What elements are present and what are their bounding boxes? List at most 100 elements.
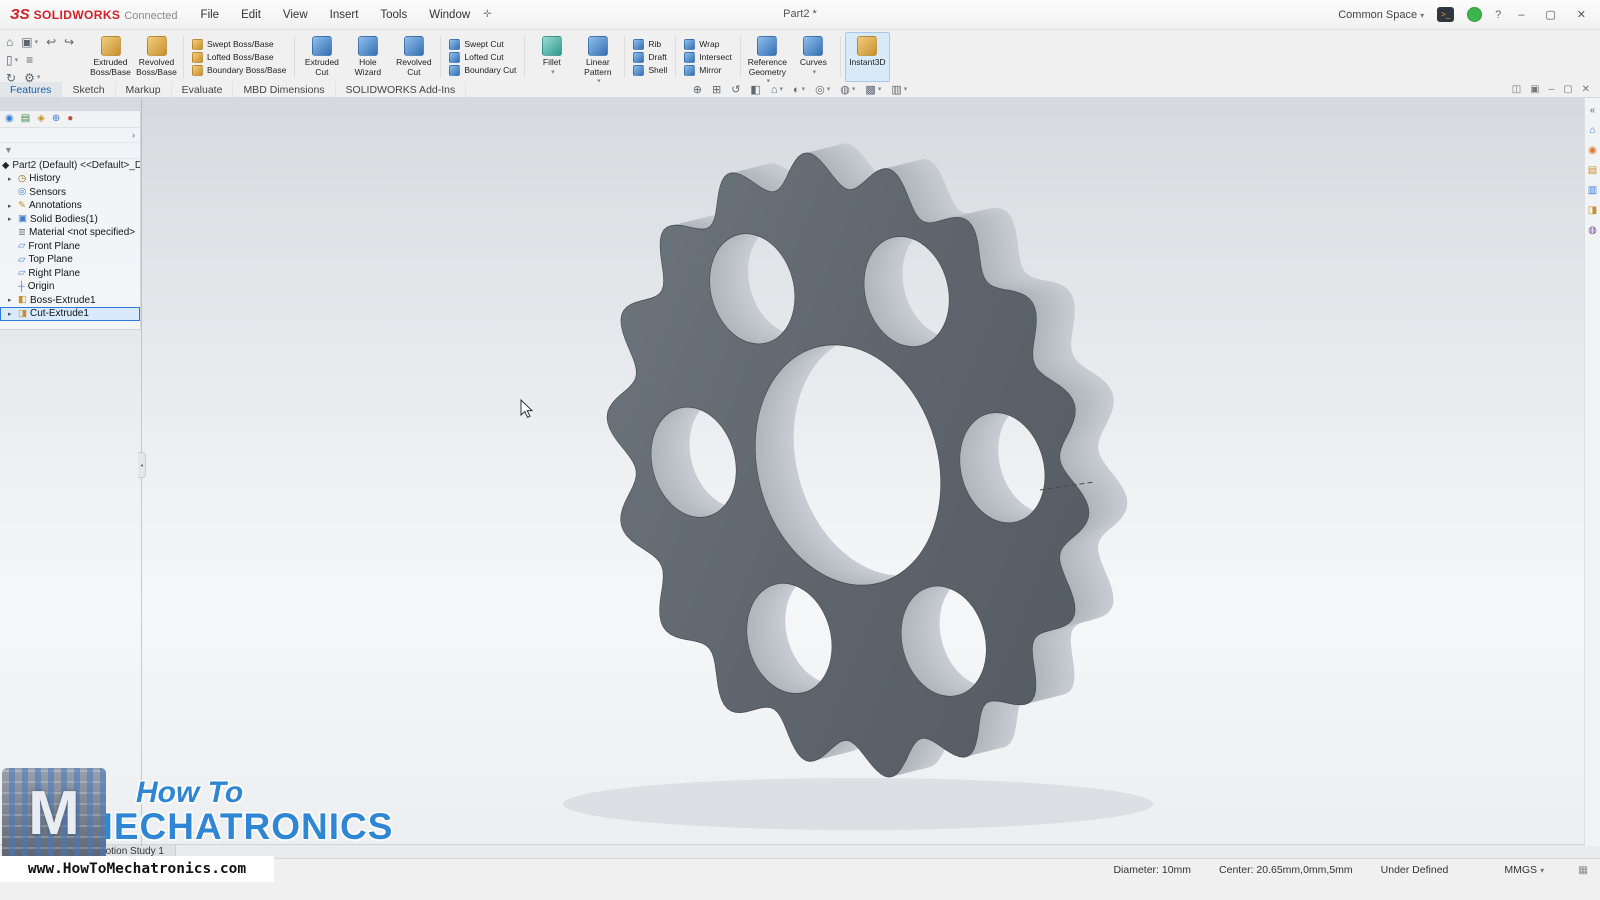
brand-suffix: Connected bbox=[124, 10, 177, 22]
status-tag-icon[interactable]: ▦ bbox=[1578, 864, 1588, 876]
ribbon-button[interactable]: Rib bbox=[633, 39, 667, 50]
restore-doc-icon[interactable]: ▢ bbox=[1563, 84, 1572, 95]
ribbon-button[interactable]: Extruded Cut bbox=[299, 32, 344, 82]
workspace-selector[interactable]: Common Space▾ bbox=[1338, 9, 1424, 21]
unit-system-selector[interactable]: MMGS▾ bbox=[1504, 864, 1544, 876]
propertymanager-tab-icon[interactable]: ▤ bbox=[21, 113, 30, 125]
ribbon-button[interactable]: Revolved Boss/Base bbox=[134, 32, 179, 82]
featuremanager-tree-tab-icon[interactable]: ◉ bbox=[5, 113, 14, 125]
ribbon-button[interactable]: Swept Cut bbox=[449, 39, 516, 50]
menu-item[interactable]: Edit bbox=[238, 7, 264, 23]
ribbon-button[interactable]: Lofted Cut bbox=[449, 52, 516, 63]
filter-icon[interactable]: ▼ bbox=[4, 145, 13, 155]
menu-item[interactable]: Tools bbox=[377, 7, 410, 23]
ribbon-button[interactable]: Fillet bbox=[529, 32, 574, 82]
tree-item[interactable]: ◷ History bbox=[0, 172, 140, 186]
minimize-doc-icon[interactable]: – bbox=[1549, 84, 1555, 95]
solidworks-resources-icon[interactable]: ◉ bbox=[1588, 145, 1597, 156]
minimize-window-button[interactable]: – bbox=[1514, 9, 1528, 21]
zoom-to-area-icon[interactable]: ⊞ bbox=[712, 83, 721, 97]
tree-item[interactable]: ┼ Origin bbox=[0, 280, 140, 294]
configurationmanager-tab-icon[interactable]: ◈ bbox=[37, 113, 45, 125]
previous-view-icon[interactable]: ↺ bbox=[731, 83, 740, 97]
ribbon-button[interactable]: Extruded Boss/Base bbox=[88, 32, 133, 82]
ribbon-button[interactable]: Boundary Cut bbox=[449, 65, 516, 76]
maximize-window-button[interactable]: ▢ bbox=[1541, 8, 1559, 21]
ribbon-tab[interactable]: MBD Dimensions bbox=[233, 82, 335, 97]
view-settings-icon[interactable]: ▥ bbox=[891, 83, 907, 97]
ribbon-button[interactable]: Shell bbox=[633, 65, 667, 76]
tree-item[interactable]: ▣ Solid Bodies(1) bbox=[0, 213, 140, 227]
tree-item[interactable]: ◨ Cut-Extrude1 bbox=[0, 307, 140, 321]
dimxpertmanager-tab-icon[interactable]: ⊕ bbox=[52, 113, 60, 125]
ribbon-tab[interactable]: Evaluate bbox=[172, 82, 234, 97]
tree-item[interactable]: ▱ Right Plane bbox=[0, 267, 140, 281]
ribbon-tab[interactable]: SOLIDWORKS Add-Ins bbox=[336, 82, 467, 97]
menu-item[interactable]: File bbox=[198, 7, 223, 23]
expand-arrow-icon[interactable] bbox=[8, 175, 15, 183]
ribbon-button[interactable]: Lofted Boss/Base bbox=[192, 52, 286, 63]
tree-item[interactable]: ▱ Top Plane bbox=[0, 253, 140, 267]
save-button[interactable]: ▣ bbox=[21, 35, 38, 50]
tree-item[interactable]: ◎ Sensors bbox=[0, 186, 140, 200]
tree-item[interactable]: ▱ Front Plane bbox=[0, 240, 140, 254]
panel-expand-chevron-icon[interactable]: › bbox=[132, 130, 135, 140]
options-button[interactable]: ⚙ bbox=[24, 71, 40, 86]
zoom-to-fit-icon[interactable]: ⊕ bbox=[693, 83, 702, 97]
menu-item[interactable]: Window bbox=[426, 7, 473, 23]
ribbon-button[interactable]: Instant3D bbox=[845, 32, 890, 82]
redo-button[interactable]: ↪ bbox=[64, 35, 74, 49]
graphics-viewport[interactable]: ◉ ▤ ◈ ⊕ ● › ▼ ◆ Part2 (Default) <<Defaul… bbox=[0, 98, 1584, 846]
ribbon-button[interactable]: Revolved Cut bbox=[391, 32, 436, 82]
file-explorer-icon[interactable]: ▥ bbox=[1588, 185, 1597, 196]
rebuild-button[interactable]: ↻ bbox=[6, 71, 16, 85]
ribbon-button[interactable]: Swept Boss/Base bbox=[192, 39, 286, 50]
pane-layout-icon[interactable]: ▣ bbox=[1530, 84, 1539, 95]
displaymanager-tab-icon[interactable]: ● bbox=[67, 113, 73, 125]
tree-item[interactable]: ≣ Material <not specified> bbox=[0, 226, 140, 240]
expand-arrow-icon[interactable] bbox=[8, 310, 15, 318]
ribbon-button[interactable]: Boundary Boss/Base bbox=[192, 65, 286, 76]
menu-item[interactable]: View bbox=[280, 7, 311, 23]
close-window-button[interactable]: ✕ bbox=[1573, 8, 1590, 21]
ribbon-button[interactable]: Intersect bbox=[684, 52, 732, 63]
edit-appearance-icon[interactable]: ◍ bbox=[840, 83, 855, 97]
tree-root-item[interactable]: ◆ Part2 (Default) <<Default>_Display Sta bbox=[0, 159, 140, 172]
display-style-icon[interactable]: ◐ bbox=[793, 83, 805, 97]
menu-item[interactable]: Insert bbox=[327, 7, 362, 23]
ribbon-button[interactable]: Linear Pattern bbox=[575, 32, 620, 82]
expand-arrow-icon[interactable] bbox=[8, 215, 15, 223]
user-avatar[interactable] bbox=[1467, 7, 1482, 22]
panel-collapse-handle[interactable]: ◂ bbox=[138, 452, 146, 478]
ribbon-button[interactable]: Wrap bbox=[684, 39, 732, 50]
split-pane-icon[interactable]: ◫ bbox=[1512, 84, 1521, 95]
appearances-icon[interactable]: ◍ bbox=[1588, 225, 1597, 236]
ribbon-tab[interactable]: Markup bbox=[116, 82, 172, 97]
properties-button[interactable]: ≡ bbox=[26, 53, 33, 67]
view-orientation-icon[interactable]: ⌂ bbox=[771, 83, 783, 97]
new-document-button[interactable]: ▯ bbox=[6, 53, 18, 68]
home-tab-icon[interactable]: ⌂ bbox=[1589, 125, 1595, 136]
command-console-icon[interactable]: >_ bbox=[1437, 7, 1454, 22]
hide-show-items-icon[interactable]: ◎ bbox=[815, 83, 830, 97]
task-pane-chevron-icon[interactable]: « bbox=[1590, 105, 1596, 116]
ribbon-button[interactable]: Curves bbox=[791, 32, 836, 82]
expand-arrow-icon[interactable] bbox=[8, 296, 15, 304]
ribbon-button[interactable]: Hole Wizard bbox=[345, 32, 390, 82]
ribbon-button[interactable]: Reference Geometry bbox=[745, 32, 790, 82]
undo-button[interactable]: ↩ bbox=[46, 35, 56, 49]
home-button[interactable]: ⌂ bbox=[6, 35, 13, 49]
ribbon-button[interactable]: Draft bbox=[633, 52, 667, 63]
tree-item[interactable]: ◧ Boss-Extrude1 bbox=[0, 294, 140, 308]
pin-menu-icon[interactable]: ✛ bbox=[483, 9, 491, 20]
part-model[interactable] bbox=[0, 98, 1584, 846]
close-doc-icon[interactable]: ✕ bbox=[1582, 84, 1590, 95]
design-library-icon[interactable]: ▤ bbox=[1588, 165, 1597, 176]
tree-item[interactable]: ✎ Annotations bbox=[0, 199, 140, 213]
ribbon-button[interactable]: Mirror bbox=[684, 65, 732, 76]
expand-arrow-icon[interactable] bbox=[8, 202, 15, 210]
apply-scene-icon[interactable]: ▩ bbox=[865, 83, 881, 97]
help-icon[interactable]: ? bbox=[1495, 9, 1501, 21]
view-palette-icon[interactable]: ◨ bbox=[1588, 205, 1597, 216]
section-view-icon[interactable]: ◧ bbox=[750, 83, 760, 97]
